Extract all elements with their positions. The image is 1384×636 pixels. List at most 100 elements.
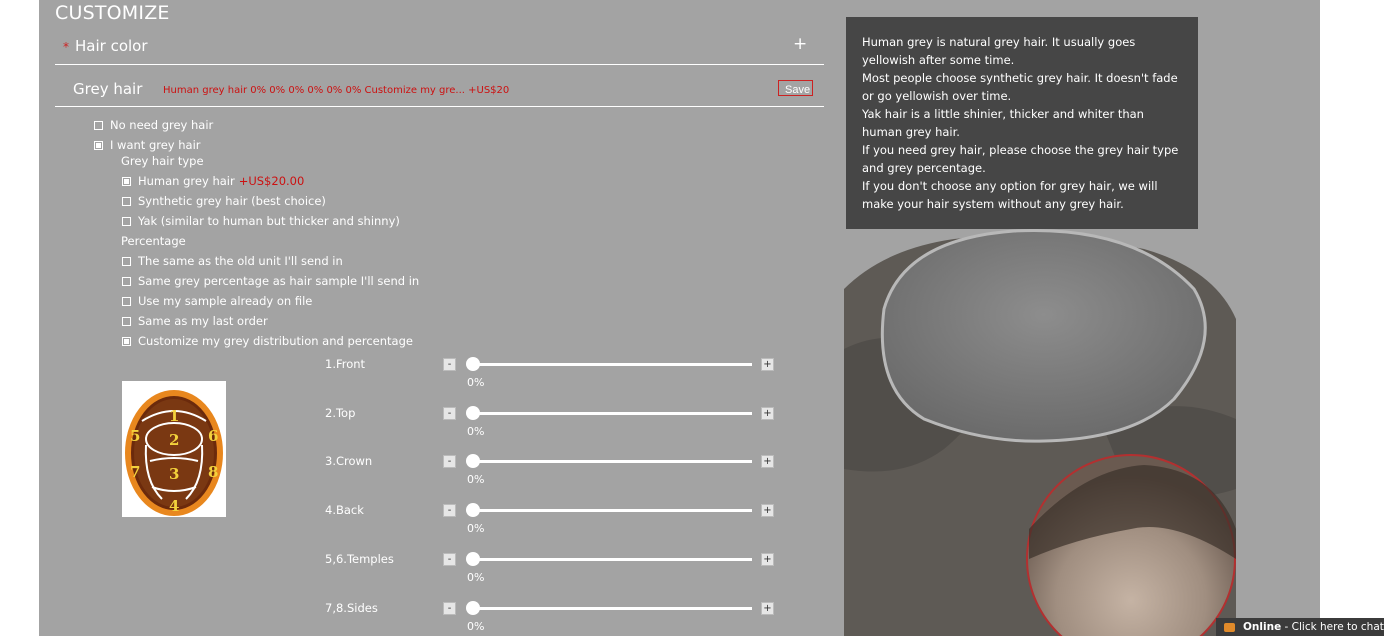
option-label: Synthetic grey hair (best choice) (138, 194, 326, 208)
slider-handle[interactable] (466, 503, 480, 517)
chat-text: - Click here to chat (1281, 621, 1384, 633)
slider-value: 0% (467, 473, 485, 486)
slider-track[interactable] (473, 363, 752, 366)
slider-label: 1.Front (325, 357, 366, 371)
slider-handle[interactable] (466, 601, 480, 615)
slider-handle[interactable] (466, 454, 480, 468)
grey-hair-info-box: Human grey is natural grey hair. It usua… (846, 17, 1198, 229)
slider-plus-button[interactable]: + (761, 553, 774, 566)
live-chat-bar[interactable]: Online - Click here to chat (1216, 618, 1384, 636)
zone-number: 5 (130, 427, 140, 445)
pct-sample-on-file[interactable]: Use my sample already on file (122, 294, 312, 308)
hair-system-photo-svg (844, 229, 1236, 636)
zone-number: 1 (169, 407, 179, 425)
slider-value: 0% (467, 376, 485, 389)
slider-handle[interactable] (466, 552, 480, 566)
checkbox-icon[interactable] (122, 276, 131, 286)
grey-hair-type-heading: Grey hair type (121, 154, 204, 168)
slider-track[interactable] (473, 607, 752, 610)
slider-minus-button[interactable]: - (443, 504, 456, 517)
zone-number: 6 (208, 427, 218, 445)
hair-system-photo (844, 229, 1236, 636)
info-line: If you need grey hair, please choose the… (862, 143, 1179, 175)
info-line: Yak hair is a little shinier, thicker an… (862, 107, 1144, 139)
expand-plus-icon[interactable]: + (793, 34, 807, 54)
slider-track[interactable] (473, 460, 752, 463)
chat-bubble-icon (1224, 622, 1235, 632)
checkbox-icon[interactable] (94, 140, 103, 150)
type-human-grey-hair[interactable]: Human grey hair +US$20.00 (122, 174, 304, 188)
option-label: Customize my grey distribution and perce… (138, 334, 413, 348)
slider-label: 7,8.Sides (325, 601, 378, 615)
price-label: +US$20.00 (238, 174, 305, 188)
chat-status: Online (1243, 621, 1282, 633)
grey-hair-label: Grey hair (73, 80, 143, 98)
option-want-grey-hair[interactable]: I want grey hair (94, 138, 201, 152)
slider-value: 0% (467, 522, 485, 535)
slider-minus-button[interactable]: - (443, 455, 456, 468)
option-label: No need grey hair (110, 118, 214, 132)
slider-minus-button[interactable]: - (443, 602, 456, 615)
grey-hair-row: Grey hair Human grey hair 0% 0% 0% 0% 0%… (55, 72, 824, 107)
slider-label: 3.Crown (325, 454, 373, 468)
option-label: Human grey hair (138, 174, 235, 188)
option-label: Same as my last order (138, 314, 268, 328)
checkbox-icon[interactable] (122, 296, 131, 306)
slider-plus-button[interactable]: + (761, 455, 774, 468)
hair-color-row[interactable]: * Hair color + (55, 34, 824, 65)
pct-customize[interactable]: Customize my grey distribution and perce… (122, 334, 413, 348)
slider-track[interactable] (473, 509, 752, 512)
slider-minus-button[interactable]: - (443, 553, 456, 566)
info-line: Most people choose synthetic grey hair. … (862, 71, 1178, 103)
option-label: I want grey hair (110, 138, 201, 152)
checkbox-icon[interactable] (122, 176, 131, 186)
slider-plus-button[interactable]: + (761, 602, 774, 615)
option-label: The same as the old unit I'll send in (138, 254, 343, 268)
pct-same-as-sample[interactable]: Same grey percentage as hair sample I'll… (122, 274, 419, 288)
hair-color-label: Hair color (75, 37, 148, 55)
option-label: Yak (similar to human but thicker and sh… (138, 214, 400, 228)
checkbox-icon[interactable] (122, 256, 131, 266)
head-zone-diagram: 1 2 3 4 5 6 7 8 (122, 381, 226, 517)
slider-value: 0% (467, 425, 485, 438)
slider-minus-button[interactable]: - (443, 358, 456, 371)
option-label: Same grey percentage as hair sample I'll… (138, 274, 420, 288)
page-title: CUSTOMIZE (55, 2, 170, 24)
checkbox-icon[interactable] (122, 316, 131, 326)
slider-handle[interactable] (466, 357, 480, 371)
slider-minus-button[interactable]: - (443, 407, 456, 420)
checkbox-icon[interactable] (122, 196, 131, 206)
zone-number: 7 (130, 463, 140, 481)
slider-plus-button[interactable]: + (761, 504, 774, 517)
zone-number: 4 (169, 497, 179, 515)
head-zone-diagram-svg: 1 2 3 4 5 6 7 8 (125, 390, 223, 516)
type-synthetic-grey-hair[interactable]: Synthetic grey hair (best choice) (122, 194, 326, 208)
save-button[interactable]: Save (778, 80, 813, 96)
slider-value: 0% (467, 620, 485, 633)
slider-label: 5,6.Temples (325, 552, 394, 566)
slider-label: 2.Top (325, 406, 356, 420)
required-mark: * (63, 40, 69, 54)
slider-handle[interactable] (466, 406, 480, 420)
percentage-heading: Percentage (121, 234, 186, 248)
pct-same-as-old-unit[interactable]: The same as the old unit I'll send in (122, 254, 343, 268)
zone-number: 8 (208, 463, 218, 481)
slider-plus-button[interactable]: + (761, 407, 774, 420)
slider-label: 4.Back (325, 503, 364, 517)
type-yak-hair[interactable]: Yak (similar to human but thicker and sh… (122, 214, 400, 228)
option-no-grey-hair[interactable]: No need grey hair (94, 118, 213, 132)
slider-value: 0% (467, 571, 485, 584)
checkbox-icon[interactable] (122, 216, 131, 226)
grey-hair-summary: Human grey hair 0% 0% 0% 0% 0% 0% Custom… (163, 85, 510, 96)
zone-number: 2 (169, 431, 179, 449)
checkbox-icon[interactable] (94, 120, 103, 130)
info-line: If you don't choose any option for grey … (862, 179, 1158, 211)
pct-same-as-last-order[interactable]: Same as my last order (122, 314, 268, 328)
slider-plus-button[interactable]: + (761, 358, 774, 371)
checkbox-icon[interactable] (122, 336, 131, 346)
slider-track[interactable] (473, 412, 752, 415)
zone-number: 3 (169, 465, 179, 483)
slider-track[interactable] (473, 558, 752, 561)
option-label: Use my sample already on file (138, 294, 313, 308)
info-line: Human grey is natural grey hair. It usua… (862, 35, 1136, 67)
